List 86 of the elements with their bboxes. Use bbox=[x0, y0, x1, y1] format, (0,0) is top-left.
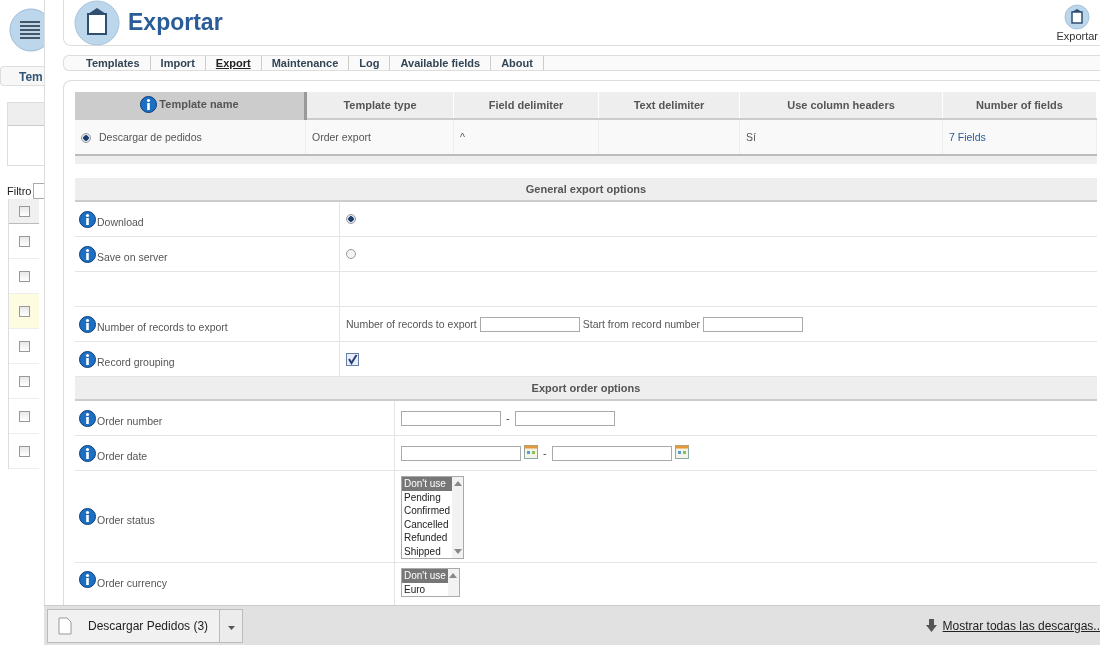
export-button[interactable]: Exportar bbox=[1056, 3, 1100, 42]
list-box[interactable]: Don't use Pending Confirmed Cancelled Refunded Shipped bbox=[401, 476, 465, 559]
info-icon bbox=[140, 95, 158, 113]
show-all-downloads-link[interactable]: Mostrar todas las descargas.. bbox=[942, 618, 1100, 633]
table-cell: Order export bbox=[305, 119, 454, 155]
input-field[interactable] bbox=[514, 410, 615, 426]
column-header[interactable]: Template type bbox=[305, 92, 454, 119]
input-field[interactable] bbox=[703, 316, 804, 332]
date-field[interactable] bbox=[551, 445, 672, 461]
option-label: Order number bbox=[97, 414, 163, 427]
tab[interactable]: Export bbox=[205, 57, 261, 69]
range-separator: - bbox=[542, 447, 548, 459]
info-icon bbox=[79, 245, 96, 263]
calendar-icon[interactable] bbox=[674, 445, 689, 459]
checkbox[interactable] bbox=[18, 340, 30, 352]
column-header[interactable]: Text delimiter bbox=[598, 92, 740, 119]
range-separator: - bbox=[505, 412, 511, 424]
tab[interactable]: Log bbox=[349, 57, 390, 69]
table-cell: Sí bbox=[739, 119, 943, 155]
option-label: Order status bbox=[97, 512, 155, 526]
tab[interactable]: Templates bbox=[76, 57, 150, 69]
list-option[interactable]: Confirmed bbox=[402, 504, 453, 518]
filter-label: Filtro bbox=[6, 185, 32, 197]
tab[interactable]: Import bbox=[150, 57, 205, 69]
input-field[interactable] bbox=[479, 316, 580, 332]
checkbox[interactable] bbox=[18, 235, 30, 247]
option-label: Record grouping bbox=[97, 355, 175, 368]
list-box[interactable]: Don't use Euro bbox=[401, 568, 460, 597]
tab[interactable]: About bbox=[491, 57, 543, 69]
list-option[interactable]: Pending bbox=[402, 490, 453, 504]
field-label: Number of records to export bbox=[346, 318, 477, 330]
page-title: Exportar bbox=[128, 9, 223, 36]
tab[interactable]: Maintenance bbox=[261, 57, 349, 69]
info-icon bbox=[79, 409, 96, 427]
checkbox[interactable] bbox=[18, 410, 30, 422]
info-icon bbox=[79, 571, 96, 588]
radio-button[interactable] bbox=[346, 249, 356, 259]
scroll-up-icon[interactable] bbox=[453, 480, 462, 486]
template-name: Descargar de pedidos bbox=[99, 131, 202, 144]
option-label: Order date bbox=[97, 449, 148, 462]
option-label: Number of records to export bbox=[97, 320, 228, 333]
download-icon bbox=[925, 619, 937, 632]
info-icon bbox=[79, 210, 96, 228]
checkbox[interactable] bbox=[18, 205, 30, 217]
section-header: Export order options bbox=[75, 377, 1097, 401]
scroll-up-icon[interactable] bbox=[449, 572, 458, 578]
radio-button[interactable] bbox=[346, 214, 356, 224]
file-icon bbox=[58, 616, 72, 635]
column-header[interactable]: Use column headers bbox=[739, 92, 943, 119]
list-option[interactable]: Euro bbox=[402, 582, 448, 596]
info-icon bbox=[79, 315, 96, 333]
option-label: Save on server bbox=[97, 250, 168, 263]
date-field[interactable] bbox=[401, 445, 521, 461]
info-icon bbox=[79, 444, 96, 462]
list-option[interactable]: Shipped bbox=[402, 544, 453, 558]
calendar-icon[interactable] bbox=[524, 445, 538, 459]
column-header[interactable]: Number of fields bbox=[942, 92, 1097, 119]
list-option[interactable]: Don't use bbox=[402, 569, 448, 583]
list-option[interactable]: Refunded bbox=[402, 531, 453, 545]
list-icon[interactable] bbox=[8, 8, 44, 52]
dropdown-button[interactable] bbox=[219, 608, 243, 643]
section-header: General export options bbox=[75, 178, 1097, 202]
caret-icon bbox=[227, 626, 235, 630]
checkbox[interactable] bbox=[18, 375, 30, 387]
fields-link[interactable]: 7 Fields bbox=[949, 131, 986, 143]
checkbox[interactable] bbox=[346, 352, 359, 366]
sidebar-tab[interactable]: Tem bbox=[0, 66, 44, 86]
checkbox[interactable] bbox=[18, 445, 30, 457]
list-option[interactable]: Cancelled bbox=[402, 517, 453, 531]
column-header[interactable]: Field delimiter bbox=[453, 92, 599, 119]
option-label: Order currency bbox=[97, 576, 168, 589]
checkbox[interactable] bbox=[18, 305, 30, 317]
info-icon bbox=[79, 508, 96, 525]
filter-field[interactable] bbox=[33, 183, 44, 199]
checkbox[interactable] bbox=[18, 270, 30, 282]
download-item[interactable]: Descargar Pedidos (3) bbox=[47, 608, 219, 643]
list-option[interactable]: Don't use bbox=[402, 477, 453, 491]
tab[interactable]: Available fields bbox=[390, 57, 491, 69]
option-label: Download bbox=[97, 215, 144, 228]
column-header[interactable]: Template name bbox=[75, 92, 306, 119]
info-icon bbox=[79, 350, 96, 368]
radio-button[interactable] bbox=[81, 132, 91, 143]
input-field[interactable] bbox=[401, 410, 501, 426]
table-cell: ^ bbox=[453, 119, 599, 155]
scroll-down-icon[interactable] bbox=[453, 549, 462, 555]
field-label: Start from record number bbox=[582, 318, 701, 330]
